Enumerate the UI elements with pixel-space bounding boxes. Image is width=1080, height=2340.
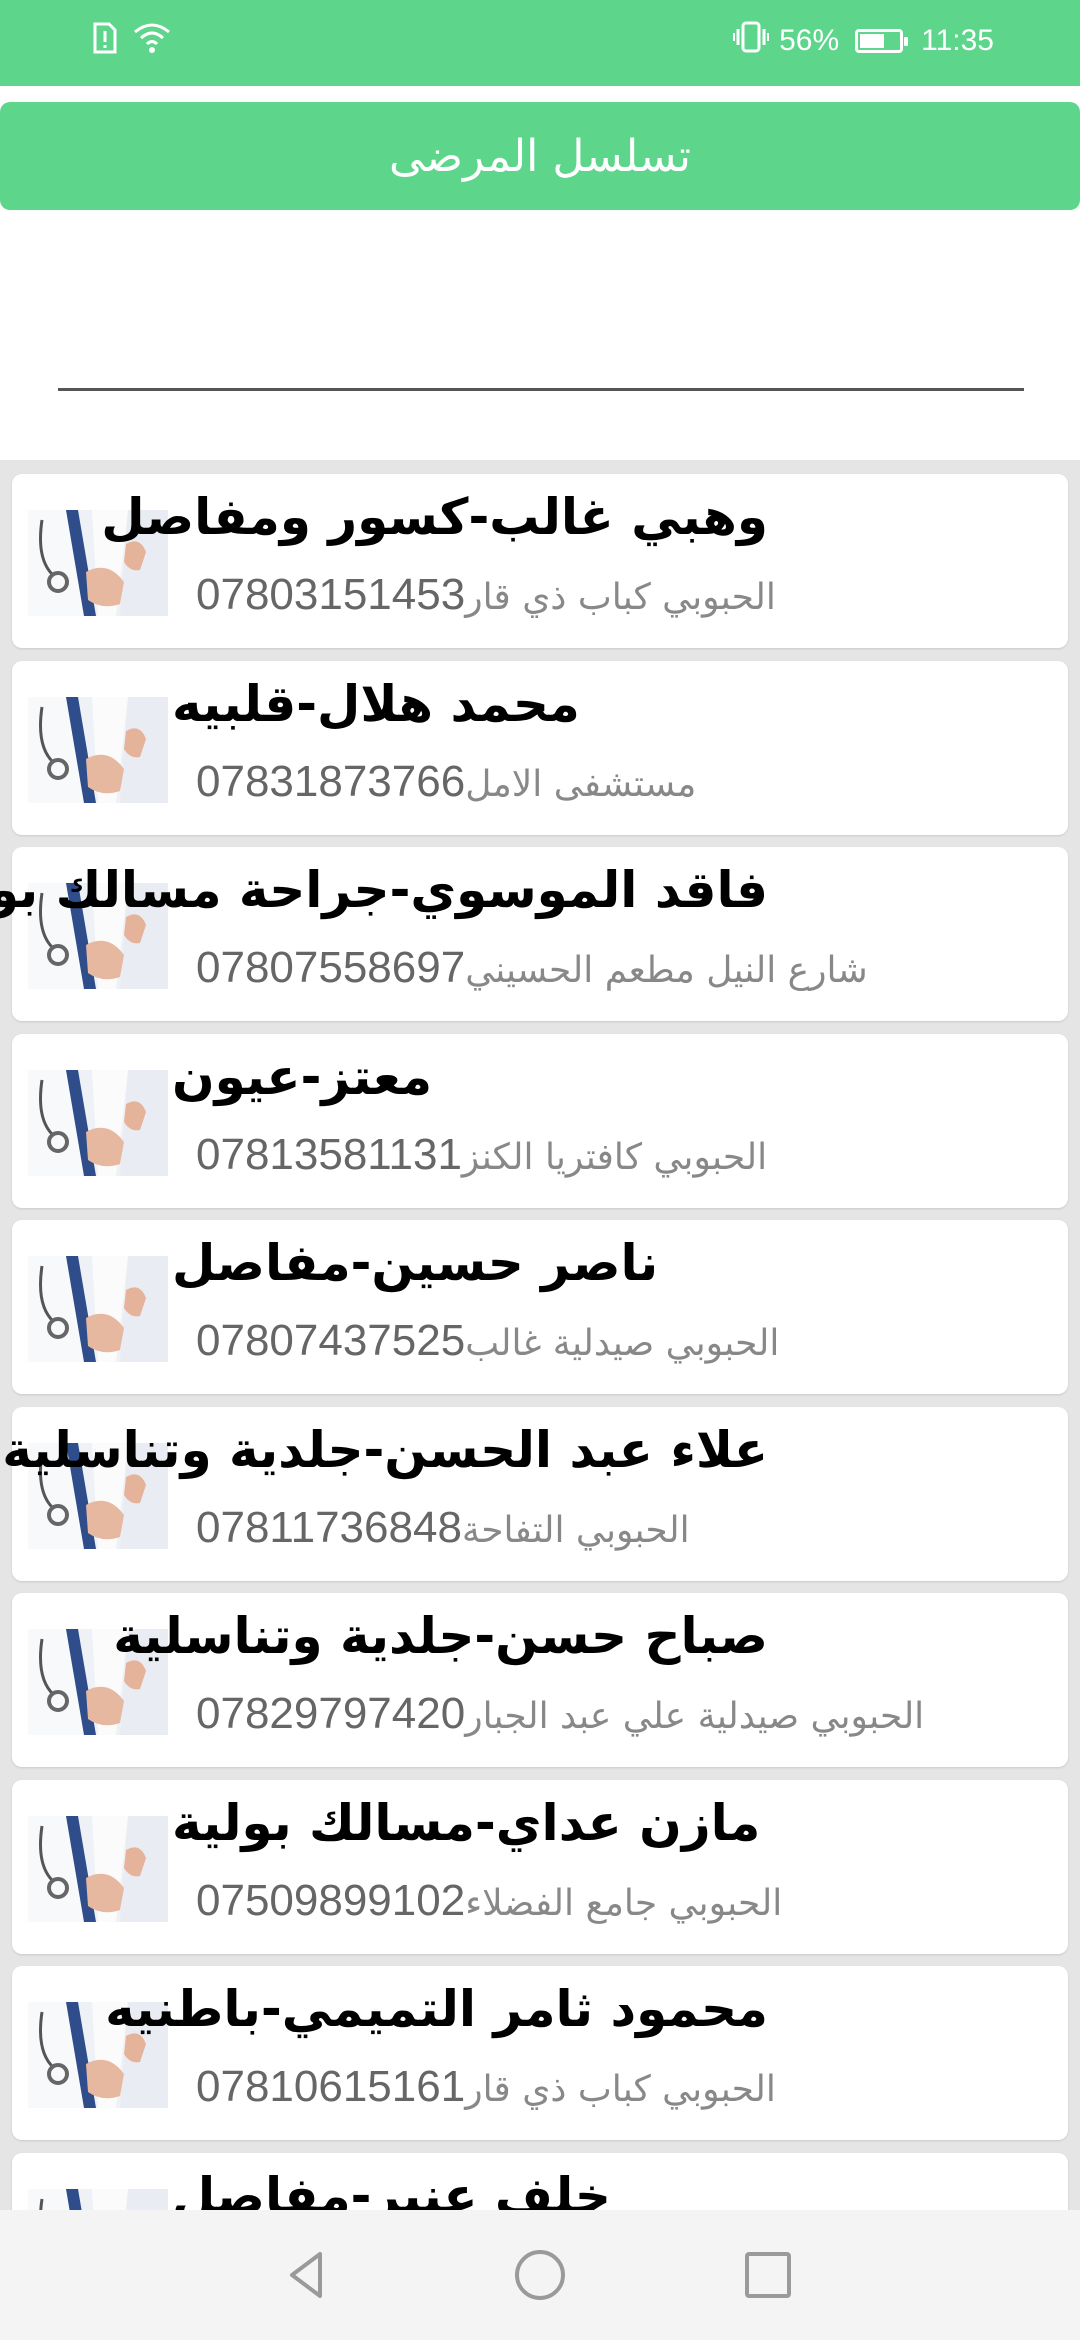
doctor-card[interactable]: محمد هلال-قلبيه 07831873766مستشفى الامل xyxy=(12,660,1068,835)
sim-alert-icon xyxy=(92,22,118,58)
doctor-name: ناصر حسين-مفاصل xyxy=(172,1234,659,1292)
doctor-contact: 07807558697شارع النيل مطعم الحسيني xyxy=(196,943,868,993)
doctor-card[interactable]: صباح حسن-جلدية وتناسلية 07829797420الحبوب… xyxy=(12,1593,1068,1767)
doctor-name: مازن عداي-مسالك بولية xyxy=(172,1793,761,1852)
doctor-address: الحبوبي كباب ذي قار xyxy=(465,2069,776,2110)
doctor-contact: 07811736848الحبوبي التفاحة xyxy=(196,1503,690,1553)
doctor-address: الحبوبي كباب ذي قار xyxy=(465,577,776,618)
doctor-card[interactable]: وهبي غالب-كسور ومفاصل 07803151453الحبوبي … xyxy=(12,474,1068,648)
doctor-name: خلف عنبر-مفاصل xyxy=(172,2166,611,2211)
doctor-thumbnail xyxy=(28,1069,168,1176)
status-left xyxy=(92,22,172,58)
battery-percent: 56% xyxy=(779,24,840,57)
doctor-name: محمد هلال-قلبيه xyxy=(172,674,580,733)
doctor-phone: 07813581131 xyxy=(196,1129,462,1179)
doctor-card[interactable]: خلف عنبر-مفاصل xyxy=(12,2152,1068,2211)
doctor-thumbnail xyxy=(28,1815,168,1922)
doctor-phone: 07831873766 xyxy=(196,756,466,806)
doctor-thumbnail xyxy=(28,1256,168,1362)
doctor-address: الحبوبي صيدلية غالب xyxy=(465,1323,780,1364)
doctor-name: معتز-عيون xyxy=(172,1047,433,1106)
battery-icon xyxy=(855,29,909,53)
doctor-phone: 07807437525 xyxy=(196,1316,466,1365)
clock: 11:35 xyxy=(921,24,994,57)
doctor-phone: 07829797420 xyxy=(196,1689,466,1738)
doctor-card[interactable]: محمود ثامر التميمي-باطنيه 07810615161الحب… xyxy=(12,1966,1068,2140)
doctor-contact: 07829797420الحبوبي صيدلية علي عبد الجبار xyxy=(196,1689,924,1739)
navigation-bar xyxy=(0,2210,1080,2340)
doctor-contact: 07807437525الحبوبي صيدلية غالب xyxy=(196,1316,779,1366)
home-icon[interactable] xyxy=(505,2240,575,2310)
doctor-address: الحبوبي التفاحة xyxy=(461,1509,690,1551)
doctor-phone: 07509899102 xyxy=(196,1875,466,1925)
doctor-name: فاقد الموسوي-جراحة مسالك بولية xyxy=(0,861,768,919)
doctor-list[interactable]: وهبي غالب-كسور ومفاصل 07803151453الحبوبي … xyxy=(0,460,1080,2210)
recents-icon[interactable] xyxy=(733,2240,803,2310)
doctor-address: الحبوبي جامع الفضلاء xyxy=(465,1882,783,1924)
doctor-name: وهبي غالب-كسور ومفاصل xyxy=(101,488,768,546)
search-input[interactable] xyxy=(58,300,1024,391)
doctor-thumbnail xyxy=(28,2188,168,2210)
doctor-contact: 07803151453الحبوبي كباب ذي قار xyxy=(196,570,776,620)
doctor-contact: 07813581131الحبوبي كافتريا الكنز xyxy=(196,1130,767,1180)
doctor-phone: 07811736848 xyxy=(196,1502,462,1552)
doctor-name: صباح حسن-جلدية وتناسلية xyxy=(113,1607,768,1665)
doctor-card[interactable]: علاء عبد الحسن-جلدية وتناسلية 07811736848… xyxy=(2,1406,1068,1581)
vibrate-icon xyxy=(733,20,770,62)
status-bar: 56% 11:35 xyxy=(0,0,1080,86)
doctor-thumbnail xyxy=(28,696,168,803)
status-right: 56% 11:35 xyxy=(733,20,994,62)
doctor-card[interactable]: فاقد الموسوي-جراحة مسالك بولية 0780755869… xyxy=(0,847,1068,1021)
doctor-contact: 07810615161الحبوبي كباب ذي قار xyxy=(196,2062,776,2112)
doctor-card[interactable]: معتز-عيون 07813581131الحبوبي كافتريا الكن… xyxy=(12,1033,1068,1208)
doctor-contact: 07509899102الحبوبي جامع الفضلاء xyxy=(196,1876,782,1926)
doctor-address: الحبوبي صيدلية علي عبد الجبار xyxy=(465,1696,925,1737)
doctor-card[interactable]: مازن عداي-مسالك بولية 07509899102الحبوبي … xyxy=(12,1779,1068,1954)
doctor-card[interactable]: ناصر حسين-مفاصل 07807437525الحبوبي صيدلية… xyxy=(12,1220,1068,1394)
doctor-phone: 07803151453 xyxy=(196,570,466,619)
wifi-icon xyxy=(132,22,172,58)
back-icon[interactable] xyxy=(272,2240,342,2310)
doctor-name: محمود ثامر التميمي-باطنيه xyxy=(105,1980,768,2038)
page-title: تسلسل المرضى xyxy=(388,130,691,182)
title-bar: تسلسل المرضى xyxy=(0,102,1080,210)
doctor-address: الحبوبي كافتريا الكنز xyxy=(461,1136,768,1178)
doctor-phone: 07807558697 xyxy=(196,943,466,992)
doctor-contact: 07831873766مستشفى الامل xyxy=(196,757,696,807)
doctor-phone: 07810615161 xyxy=(196,2062,466,2111)
doctor-address: مستشفى الامل xyxy=(465,763,697,805)
doctor-name: علاء عبد الحسن-جلدية وتناسلية xyxy=(2,1420,768,1479)
doctor-address: شارع النيل مطعم الحسيني xyxy=(465,950,868,991)
